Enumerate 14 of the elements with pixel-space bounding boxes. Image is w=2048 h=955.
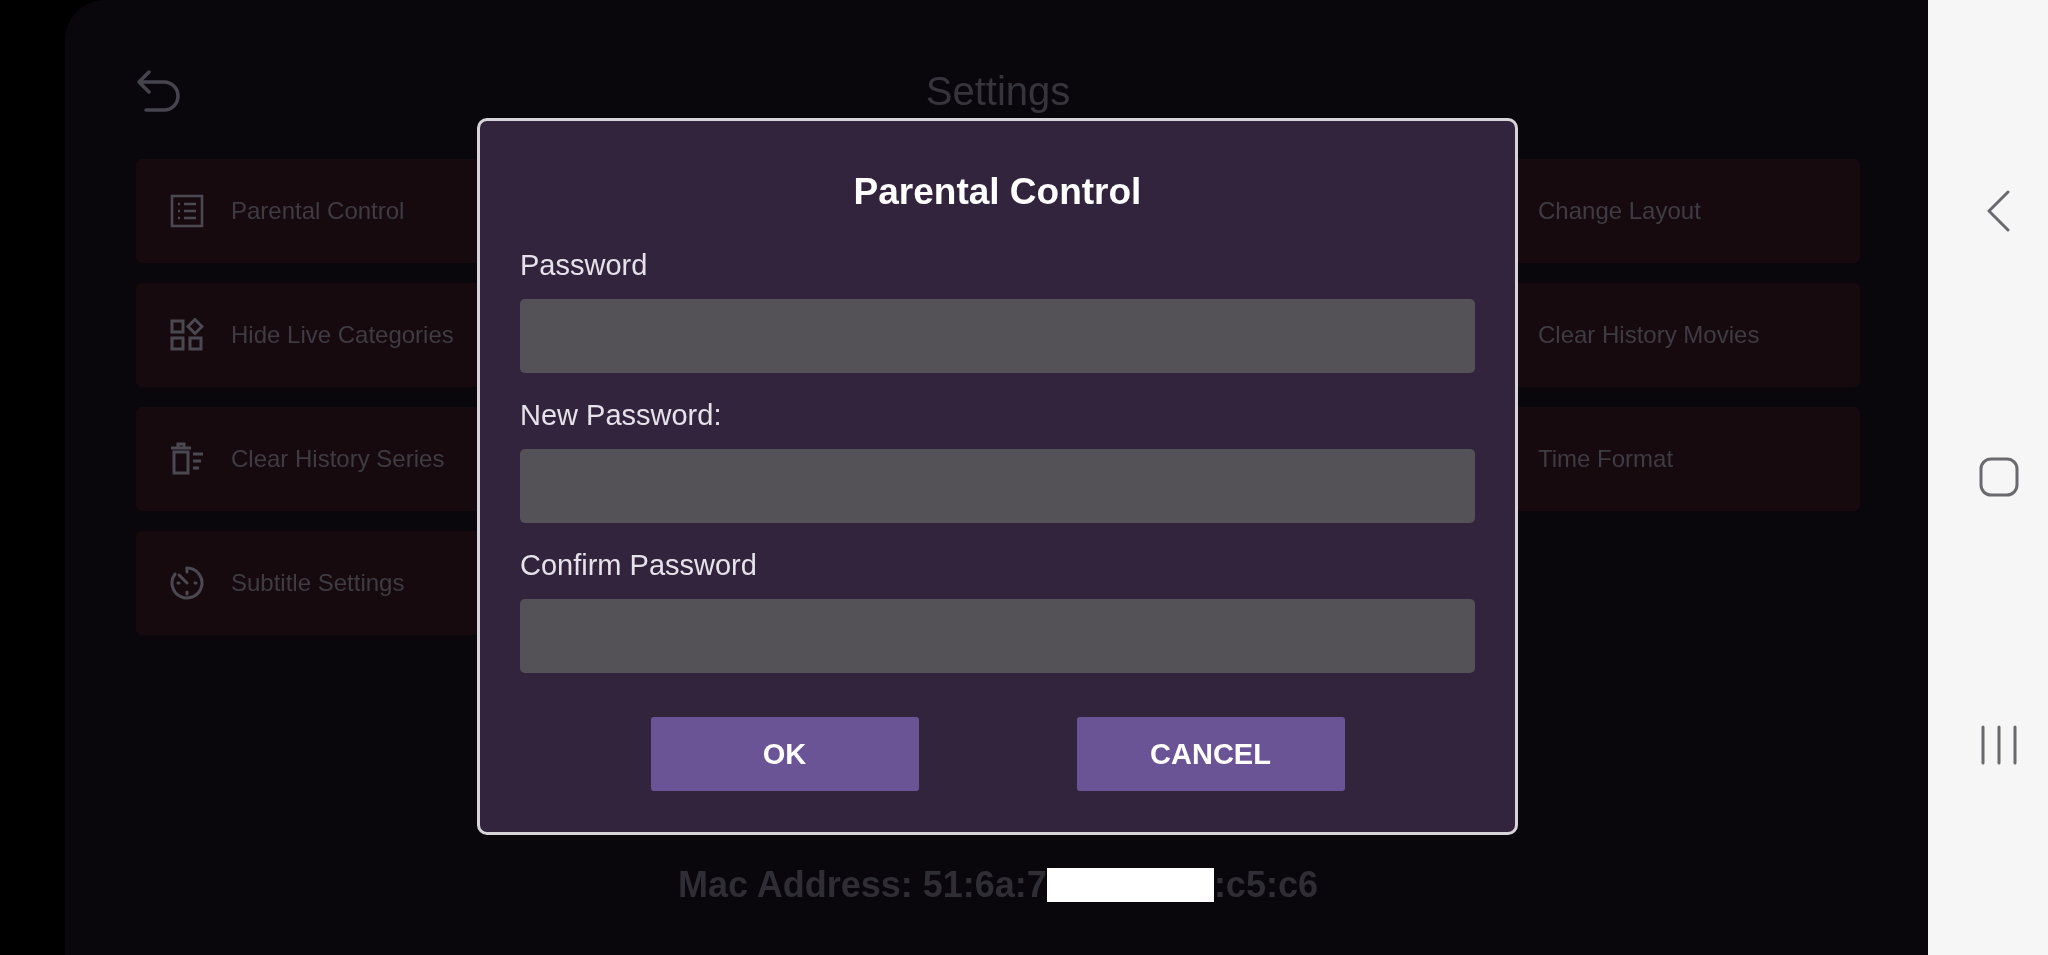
password-field[interactable] [520, 599, 1475, 673]
password-field[interactable] [520, 449, 1475, 523]
trash-list-icon [170, 442, 204, 476]
recent-apps-icon[interactable] [1979, 725, 2019, 765]
home-icon[interactable] [1979, 457, 2019, 497]
password-field[interactable] [520, 299, 1475, 373]
back-icon[interactable] [136, 70, 180, 112]
back-icon[interactable] [1986, 190, 2010, 232]
cancel-button[interactable]: CANCEL [1076, 717, 1345, 791]
timer-icon [170, 566, 204, 600]
ok-button[interactable]: OK [650, 717, 919, 791]
grid-icon [170, 318, 204, 352]
dialog-title: Parental Control [852, 170, 1143, 214]
list-icon [170, 194, 204, 228]
